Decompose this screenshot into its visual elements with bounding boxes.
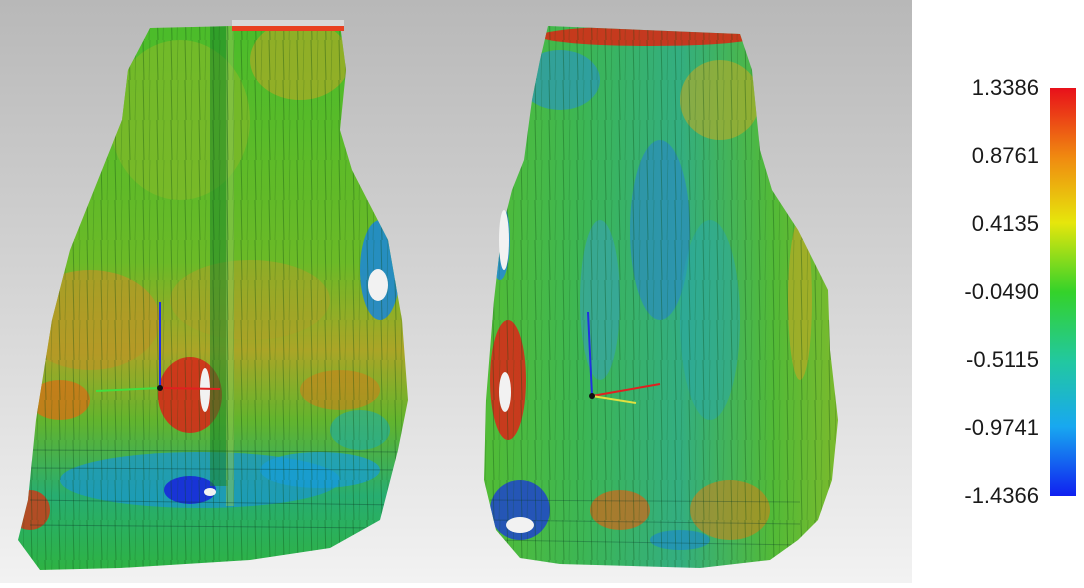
legend-tick-label: 1.3386 <box>971 75 1039 100</box>
3d-viewport[interactable] <box>0 0 912 583</box>
missing-data-patch <box>200 368 210 412</box>
missing-data-patch <box>499 210 509 270</box>
legend-tick-label: -0.0490 <box>964 279 1039 304</box>
color-bar <box>1050 88 1076 496</box>
legend-tick-label: 0.4135 <box>971 211 1039 236</box>
legend-tick-label: -0.5115 <box>966 347 1039 372</box>
legend-tick-label: -1.4366 <box>964 483 1039 508</box>
legend-tick-label: 0.8761 <box>971 143 1039 168</box>
missing-data-patch <box>368 269 388 301</box>
deviation-viewer: 1.3386 0.8761 0.4135 -0.0490 -0.5115 -0.… <box>0 0 1084 583</box>
viewport-canvas[interactable] <box>0 0 912 583</box>
legend-tick-label: -0.9741 <box>964 415 1039 440</box>
missing-data-patch <box>499 372 511 412</box>
